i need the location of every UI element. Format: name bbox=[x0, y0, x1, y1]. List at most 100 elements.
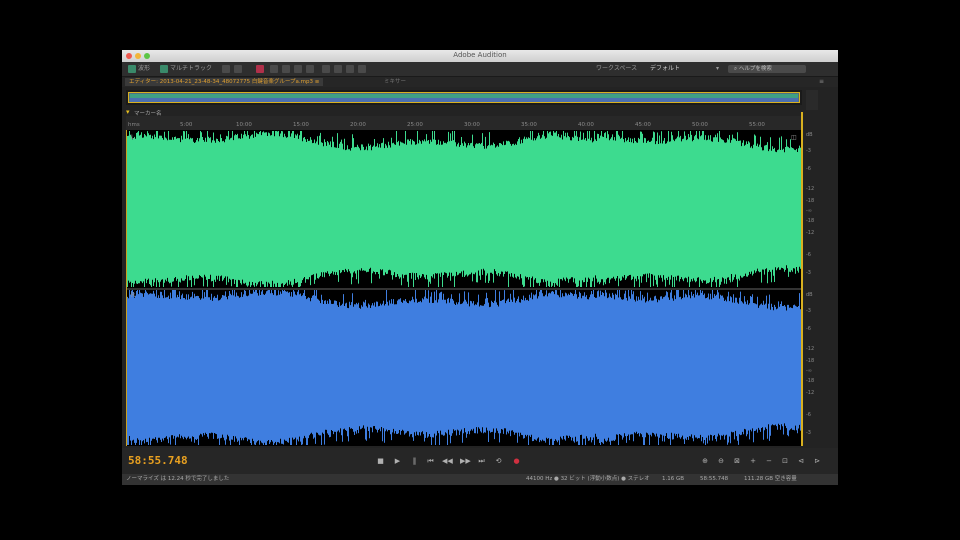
ruler-tick: 50:00 bbox=[692, 122, 708, 128]
workspace-label: ワークスペース bbox=[596, 65, 638, 72]
spectral-display-icon[interactable] bbox=[222, 65, 230, 73]
db-label: dB bbox=[806, 292, 813, 298]
ruler-tick: 45:00 bbox=[635, 122, 651, 128]
db-label: -6 bbox=[806, 166, 811, 172]
zoom-in-amplitude-icon: ⊕ bbox=[702, 457, 708, 465]
ruler-tick: 35:00 bbox=[521, 122, 537, 128]
zoom-out-button[interactable]: − bbox=[764, 457, 774, 465]
waveform-view-button[interactable]: 波形 bbox=[138, 65, 150, 73]
tab-editor[interactable]: エディター: 2013-04-21_23-48-34_48072775 白鍵音楽… bbox=[125, 78, 324, 86]
marquee-tool-icon[interactable] bbox=[322, 65, 330, 73]
brush-tool-icon[interactable] bbox=[346, 65, 354, 73]
go-start-button[interactable]: ⏮ bbox=[426, 457, 435, 465]
zoom-full-button[interactable]: ⊠ bbox=[732, 457, 742, 465]
zoom-in-amplitude-button[interactable]: ⊕ bbox=[700, 457, 710, 465]
ruler-tick: 25:00 bbox=[407, 122, 423, 128]
pause-button[interactable]: ‖ bbox=[410, 457, 419, 465]
db-label: -12 bbox=[806, 186, 815, 192]
right-channel-label[interactable]: R bbox=[131, 292, 135, 299]
vertical-zoom-scroll[interactable] bbox=[806, 90, 818, 110]
pause-icon: ‖ bbox=[412, 457, 417, 465]
move-tool-icon[interactable] bbox=[270, 65, 278, 73]
search-help-input[interactable]: ⌕ ヘルプを検索 bbox=[728, 65, 806, 73]
panel-menu-icon[interactable]: ≡ bbox=[819, 78, 824, 85]
db-label: -12 bbox=[806, 390, 815, 396]
waveform-overview[interactable] bbox=[126, 90, 802, 105]
workspace-dropdown-icon[interactable]: ▾ bbox=[716, 65, 719, 73]
workspace-select[interactable]: デフォルト bbox=[650, 65, 680, 73]
overview-viewport[interactable] bbox=[128, 92, 800, 103]
ruler-tick: 40:00 bbox=[578, 122, 594, 128]
zoom-in-button[interactable]: + bbox=[748, 457, 758, 465]
status-duration: 58:55.748 bbox=[700, 476, 729, 482]
toolbar: 波形 マルチトラック ワークスペース デフォルト ▾ ⌕ ヘルプを検索 bbox=[122, 62, 838, 77]
razor-tool-icon[interactable] bbox=[282, 65, 290, 73]
zoom-out-amplitude-button[interactable]: ⊖ bbox=[716, 457, 726, 465]
stop-button[interactable]: ■ bbox=[376, 457, 385, 465]
status-free-space: 111.28 GB 空き容量 bbox=[744, 476, 797, 482]
db-label: -3 bbox=[806, 148, 811, 154]
spectral-pitch-icon[interactable] bbox=[234, 65, 242, 73]
zoom-selection-button[interactable]: ⊡ bbox=[780, 457, 790, 465]
slip-tool-icon[interactable] bbox=[294, 65, 302, 73]
db-label: -3 bbox=[806, 308, 811, 314]
playhead[interactable] bbox=[801, 112, 803, 446]
db-label: -3 bbox=[806, 430, 811, 436]
db-label: -6 bbox=[806, 252, 811, 258]
time-selection-tool-icon[interactable] bbox=[306, 65, 314, 73]
ruler-tick: hms bbox=[128, 122, 140, 128]
right-channel-waveform bbox=[127, 289, 803, 445]
status-file-size: 1.16 GB bbox=[662, 476, 685, 482]
forward-icon: ▶▶ bbox=[460, 457, 471, 465]
db-label: -12 bbox=[806, 230, 815, 236]
overview-right-channel bbox=[130, 98, 798, 102]
go-end-icon: ⏭ bbox=[478, 457, 485, 465]
play-icon: ▶ bbox=[394, 457, 401, 465]
db-label: -18 bbox=[806, 358, 815, 364]
waveform-display[interactable]: L R ◫ bbox=[126, 130, 803, 446]
forward-button[interactable]: ▶▶ bbox=[460, 457, 471, 465]
play-button[interactable]: ▶ bbox=[393, 457, 402, 465]
db-label: -18 bbox=[806, 378, 815, 384]
spot-healing-tool-icon[interactable] bbox=[358, 65, 366, 73]
db-label: -6 bbox=[806, 412, 811, 418]
zoom-in-left-button[interactable]: ⊲ bbox=[796, 457, 806, 465]
ruler-tick: 5:00 bbox=[180, 122, 193, 128]
loop-button[interactable]: ⟲ bbox=[494, 457, 503, 465]
playhead-marker-icon[interactable]: ▾ bbox=[126, 108, 130, 116]
current-time-display[interactable]: 58:55.748 bbox=[128, 454, 188, 467]
ruler-tick: 15:00 bbox=[293, 122, 309, 128]
waveform-view-icon bbox=[128, 65, 136, 73]
left-channel-label[interactable]: L bbox=[131, 134, 134, 141]
zoom-full-icon: ⊠ bbox=[734, 457, 740, 465]
channel-toggle-icon[interactable]: ◫ bbox=[791, 134, 797, 141]
status-bar: ノーマライズ は 12.24 秒で完了しました 44100 Hz ● 32 ビッ… bbox=[122, 474, 838, 485]
ruler-tick: 55:00 bbox=[749, 122, 765, 128]
lasso-tool-icon[interactable] bbox=[334, 65, 342, 73]
rewind-button[interactable]: ◀◀ bbox=[442, 457, 453, 465]
multitrack-view-button[interactable]: マルチトラック bbox=[170, 65, 212, 73]
db-label: -∞ bbox=[806, 208, 812, 214]
db-label: -∞ bbox=[806, 368, 812, 374]
zoom-in-right-button[interactable]: ⊳ bbox=[812, 457, 822, 465]
zoom-in-right-icon: ⊳ bbox=[814, 457, 820, 465]
zoom-out-amplitude-icon: ⊖ bbox=[718, 457, 724, 465]
zoom-selection-icon: ⊡ bbox=[782, 457, 788, 465]
amplitude-scale: dB -3 -6 -12 -18 -∞ -18 -12 -6 -3 dB -3 … bbox=[804, 130, 818, 446]
record-button[interactable]: ● bbox=[512, 457, 521, 465]
ruler-tick: 30:00 bbox=[464, 122, 480, 128]
go-end-button[interactable]: ⏭ bbox=[477, 457, 486, 465]
title-bar: Adobe Audition bbox=[122, 50, 838, 62]
app-window: Adobe Audition 波形 マルチトラック ワークスペース デフォルト … bbox=[122, 50, 838, 485]
ruler-tick: 10:00 bbox=[236, 122, 252, 128]
db-label: -12 bbox=[806, 346, 815, 352]
go-start-icon: ⏮ bbox=[427, 457, 434, 465]
zoom-in-icon: + bbox=[750, 457, 756, 465]
db-label: -3 bbox=[806, 270, 811, 276]
zoom-out-icon: − bbox=[766, 457, 772, 465]
tab-mixer[interactable]: ミキサー bbox=[384, 78, 406, 86]
time-ruler[interactable]: hms 5:00 10:00 15:00 20:00 25:00 30:00 3… bbox=[126, 116, 802, 131]
rewind-icon: ◀◀ bbox=[442, 457, 453, 465]
frequency-display-icon[interactable] bbox=[256, 65, 264, 73]
record-icon: ● bbox=[513, 457, 520, 465]
